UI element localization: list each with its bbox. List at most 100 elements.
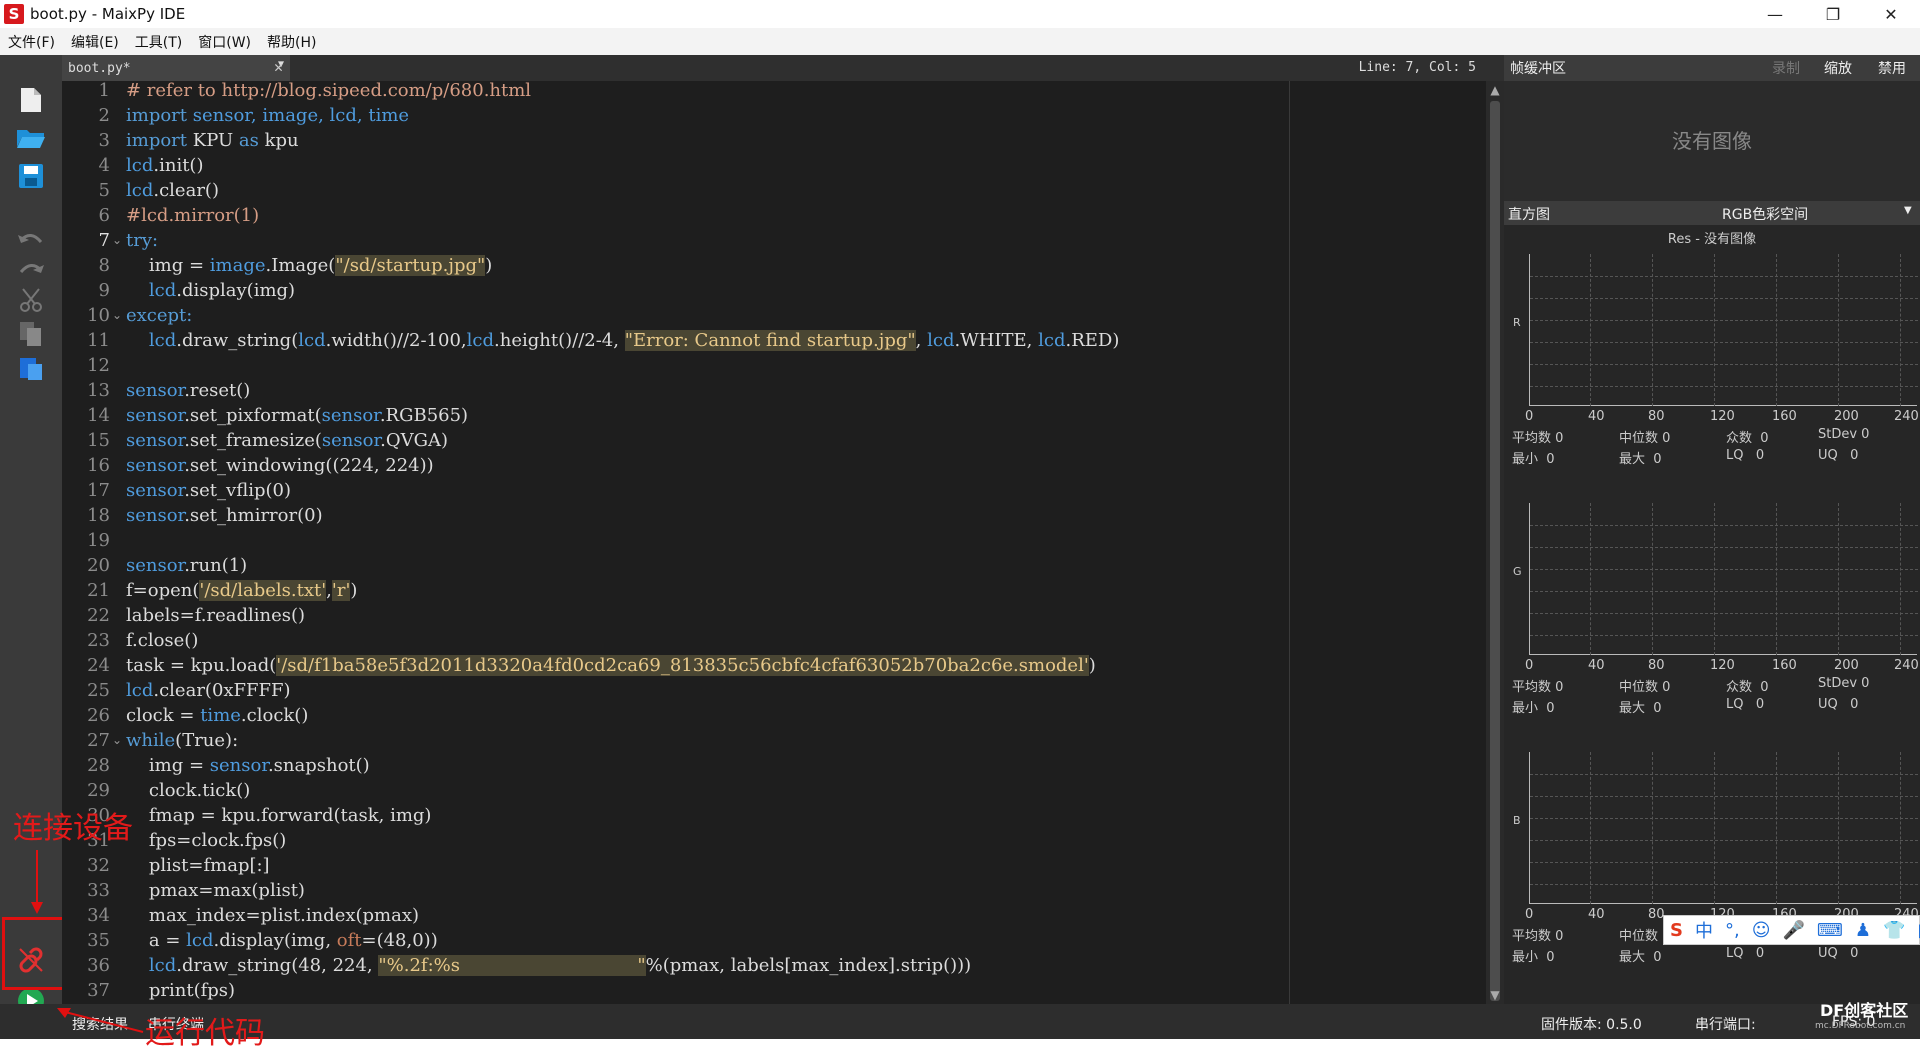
stat-mean: 平均数 0 xyxy=(1512,431,1564,446)
redo-button[interactable] xyxy=(11,255,51,285)
stat-max: 最大 0 xyxy=(1619,701,1662,716)
colorspace-select[interactable]: RGB色彩空间 xyxy=(1722,204,1808,224)
histogram-panel-r: R 0 40 80 120 160 200 240 平均数 0 中位数 0 众数 0 StDev 0 最… xyxy=(1504,226,1920,474)
close-button[interactable]: ✕ xyxy=(1862,0,1920,28)
fold-toggle-icon[interactable]: ⌄ xyxy=(112,233,122,247)
code-line: fps=clock.fps() xyxy=(126,828,286,853)
grid-line xyxy=(1530,884,1918,885)
line-number: 11 xyxy=(87,330,110,351)
line-number: 4 xyxy=(98,155,110,176)
code-line: lcd.display(img) xyxy=(126,278,295,303)
ime-punctuation-icon[interactable]: °, xyxy=(1725,920,1740,941)
fold-toggle-icon[interactable]: ⌄ xyxy=(112,733,122,747)
stat-uq: UQ 0 xyxy=(1818,697,1859,712)
ime-skin-icon[interactable]: 👕 xyxy=(1883,920,1905,941)
menu-edit[interactable]: 编辑(E) xyxy=(63,32,127,52)
code-token: import xyxy=(126,105,188,126)
x-tick-label: 240 xyxy=(1894,409,1919,424)
channel-label: G xyxy=(1513,565,1522,578)
code-token: lcd xyxy=(927,330,955,351)
stat-median: 中位数 0 xyxy=(1619,680,1671,695)
code-token: import xyxy=(126,130,188,151)
code-token: sensor xyxy=(126,430,185,451)
grid-line xyxy=(1530,840,1918,841)
open-file-button[interactable] xyxy=(11,123,51,153)
menu-window[interactable]: 窗口(W) xyxy=(190,32,259,52)
histogram-plot xyxy=(1529,503,1918,655)
ime-user-icon[interactable]: ♟ xyxy=(1855,920,1871,941)
code-token: .clock() xyxy=(240,705,309,726)
grid-line xyxy=(1530,342,1918,343)
code-token: "Error: Cannot find startup.jpg" xyxy=(624,330,916,351)
code-token: kpu xyxy=(258,130,299,151)
stat-max: 最大 0 xyxy=(1619,950,1662,965)
code-token: .WHITE, xyxy=(954,330,1039,351)
stat-uq: UQ 0 xyxy=(1818,946,1859,961)
line-number: 26 xyxy=(87,705,110,726)
scroll-down-icon[interactable]: ▼ xyxy=(1486,988,1504,1002)
copy-button[interactable] xyxy=(11,319,51,349)
histogram-plot xyxy=(1529,254,1918,406)
scroll-thumb[interactable] xyxy=(1490,101,1500,1001)
x-tick-label: 40 xyxy=(1588,907,1605,922)
ime-voice-icon[interactable]: 🎤 xyxy=(1782,920,1804,941)
code-token: sensor xyxy=(126,380,185,401)
scroll-up-icon[interactable]: ▲ xyxy=(1486,83,1504,97)
zoom-button[interactable]: 缩放 xyxy=(1824,58,1852,78)
code-line: f.close() xyxy=(126,628,198,653)
code-line: try: xyxy=(126,228,158,253)
grid-line xyxy=(1530,298,1918,299)
line-number: 23 xyxy=(87,630,110,651)
disable-button[interactable]: 禁用 xyxy=(1878,58,1906,78)
undo-button[interactable] xyxy=(11,225,51,255)
record-button[interactable]: 录制 xyxy=(1772,58,1800,78)
tab-close-icon[interactable]: ✕ xyxy=(274,58,283,76)
annotation-arrow-down-icon xyxy=(31,850,43,914)
line-number: 16 xyxy=(87,455,110,476)
code-token: .RGB565) xyxy=(379,405,469,426)
stat-mode: 众数 0 xyxy=(1726,680,1769,695)
x-tick-label: 200 xyxy=(1834,409,1859,424)
grid-line xyxy=(1530,364,1918,365)
menu-help[interactable]: 帮助(H) xyxy=(259,32,324,52)
channel-label: R xyxy=(1513,316,1521,329)
firmware-version: 固件版本: 0.5.0 xyxy=(1541,1017,1642,1033)
code-token: .display(img) xyxy=(176,280,296,301)
menu-file[interactable]: 文件(F) xyxy=(0,32,63,52)
save-button[interactable] xyxy=(11,161,51,191)
code-token: clock = xyxy=(126,705,201,726)
line-number: 3 xyxy=(98,130,110,151)
ime-logo-icon[interactable]: S xyxy=(1670,920,1683,941)
stat-min: 最小 0 xyxy=(1512,452,1555,467)
menu-tools[interactable]: 工具(T) xyxy=(127,32,190,52)
maximize-button[interactable]: ❐ xyxy=(1804,0,1862,28)
ime-chinese-mode[interactable]: 中 xyxy=(1695,917,1713,943)
code-line: clock = time.clock() xyxy=(126,703,308,728)
editor-tab[interactable]: boot.py* ▼ xyxy=(62,55,290,81)
code-token: image xyxy=(209,255,266,276)
fold-toggle-icon[interactable]: ⌄ xyxy=(112,308,122,322)
code-editor[interactable]: 1 2 3 4 5 6 7 ⌄ 8 9 10 ⌄ 11 12 13 14 15 16 17 18 19 20 21 22 23 2… xyxy=(62,81,1486,1004)
line-number: 19 xyxy=(87,530,110,551)
framebuffer-header: 帧缓冲区 录制 缩放 禁用 xyxy=(1504,55,1920,81)
line-number: 6 xyxy=(98,205,110,226)
line-number: 14 xyxy=(87,405,110,426)
grid-line xyxy=(1530,774,1918,775)
code-token: sensor xyxy=(321,430,381,451)
code-area[interactable]: # refer to http://blog.sipeed.com/p/680.… xyxy=(126,81,1486,1004)
ime-emoji-icon[interactable]: ☺ xyxy=(1752,920,1771,941)
cut-button[interactable] xyxy=(11,285,51,315)
colorspace-dropdown-icon[interactable]: ▼ xyxy=(1904,205,1912,216)
stat-lq: LQ 0 xyxy=(1726,448,1765,463)
editor-scrollbar[interactable]: ▲ ▼ xyxy=(1486,81,1504,1004)
grid-line xyxy=(1530,386,1918,387)
serial-port[interactable]: 串行端口: xyxy=(1695,1014,1756,1034)
paste-button[interactable] xyxy=(11,353,51,383)
x-tick-label: 120 xyxy=(1710,658,1735,673)
line-number: 37 xyxy=(87,980,110,1001)
ime-keyboard-icon[interactable]: ⌨ xyxy=(1817,920,1843,941)
new-file-button[interactable] xyxy=(11,85,51,115)
code-token: ) xyxy=(1088,655,1096,676)
minimize-button[interactable]: — xyxy=(1746,0,1804,28)
